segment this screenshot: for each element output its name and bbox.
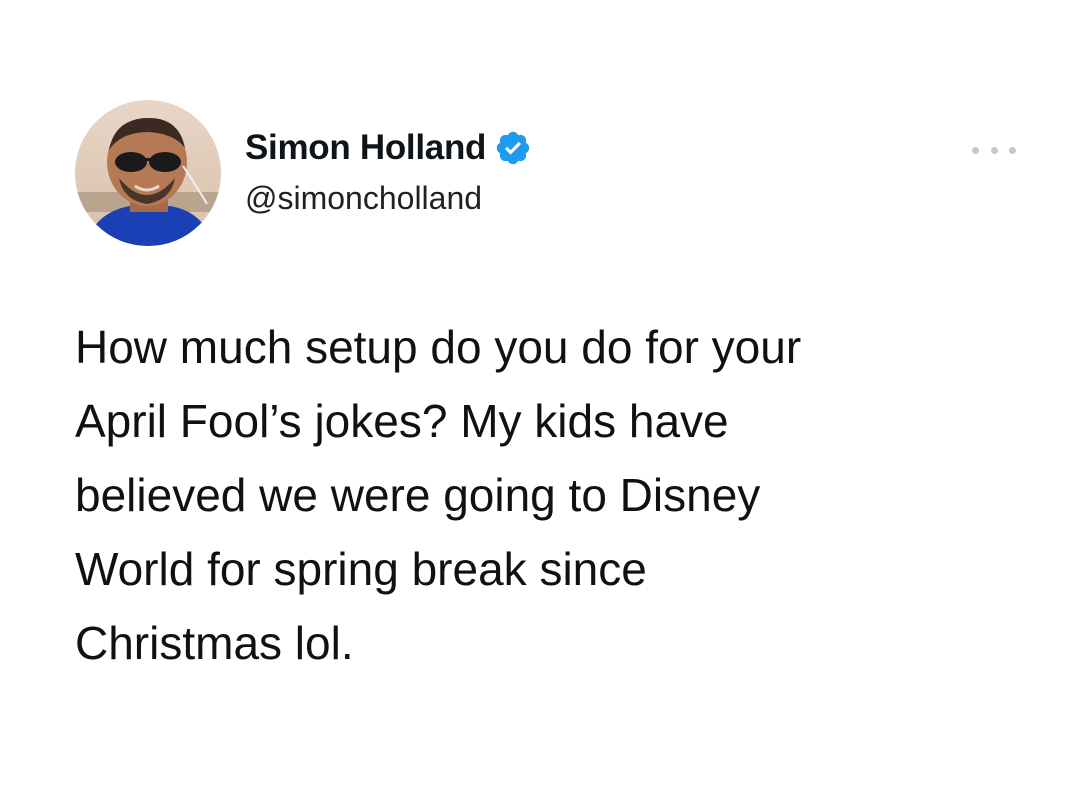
avatar[interactable]: [75, 100, 221, 246]
more-horizontal-icon: [972, 146, 979, 154]
tweet-text: How much setup do you do for your April …: [75, 321, 802, 669]
tweet-card: Simon Holland @simoncholland How much se…: [0, 0, 1080, 810]
more-options-button[interactable]: [972, 138, 1016, 162]
author-name-row: Simon Holland: [245, 126, 532, 170]
profile-photo: [75, 100, 221, 246]
display-name[interactable]: Simon Holland: [245, 128, 486, 168]
verified-badge-icon: [496, 131, 530, 165]
author-handle[interactable]: @simoncholland: [245, 180, 482, 217]
